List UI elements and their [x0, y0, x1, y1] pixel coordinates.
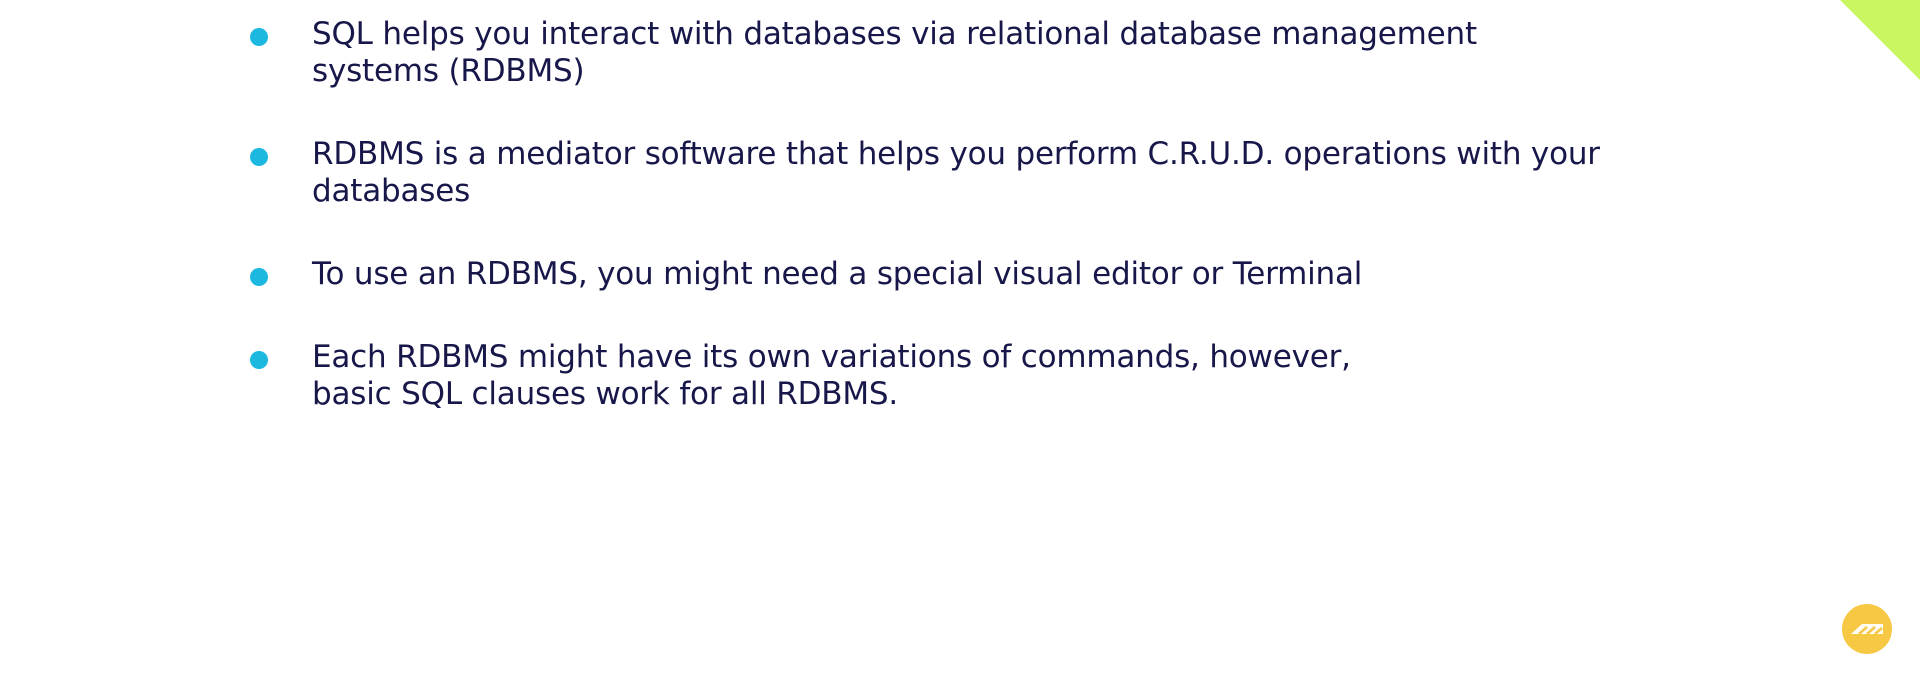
- bullet-line: basic SQL clauses work for all RDBMS.: [312, 376, 899, 412]
- bullet-text: SQL helps you interact with databases vi…: [312, 16, 1600, 90]
- slide: SQL helps you interact with databases vi…: [0, 0, 1920, 682]
- bullet-item: To use an RDBMS, you might need a specia…: [248, 256, 1600, 293]
- bullet-text: RDBMS is a mediator software that helps …: [312, 136, 1600, 210]
- bullet-line: To use an RDBMS, you might need a specia…: [312, 256, 1363, 292]
- bullet-dot-icon: [250, 351, 268, 369]
- bullet-line: SQL helps you interact with databases vi…: [312, 16, 1477, 52]
- bullet-line: Each RDBMS might have its own variations…: [312, 339, 1351, 375]
- bullet-line: databases: [312, 173, 471, 209]
- bullet-item: SQL helps you interact with databases vi…: [248, 16, 1600, 90]
- corner-accent: [1840, 0, 1920, 80]
- logo-icon: [1851, 624, 1883, 635]
- bullet-dot-icon: [250, 28, 268, 46]
- bullet-line: RDBMS is a mediator software that helps …: [312, 136, 1600, 172]
- bullet-dot-icon: [250, 148, 268, 166]
- bullet-dot-icon: [250, 268, 268, 286]
- bullet-list: SQL helps you interact with databases vi…: [248, 16, 1600, 413]
- bullet-line: systems (RDBMS): [312, 53, 585, 89]
- bullet-item: RDBMS is a mediator software that helps …: [248, 136, 1600, 210]
- bullet-item: Each RDBMS might have its own variations…: [248, 339, 1600, 413]
- bullet-text: To use an RDBMS, you might need a specia…: [312, 256, 1600, 293]
- bullet-text: Each RDBMS might have its own variations…: [312, 339, 1600, 413]
- brand-badge: [1842, 604, 1892, 654]
